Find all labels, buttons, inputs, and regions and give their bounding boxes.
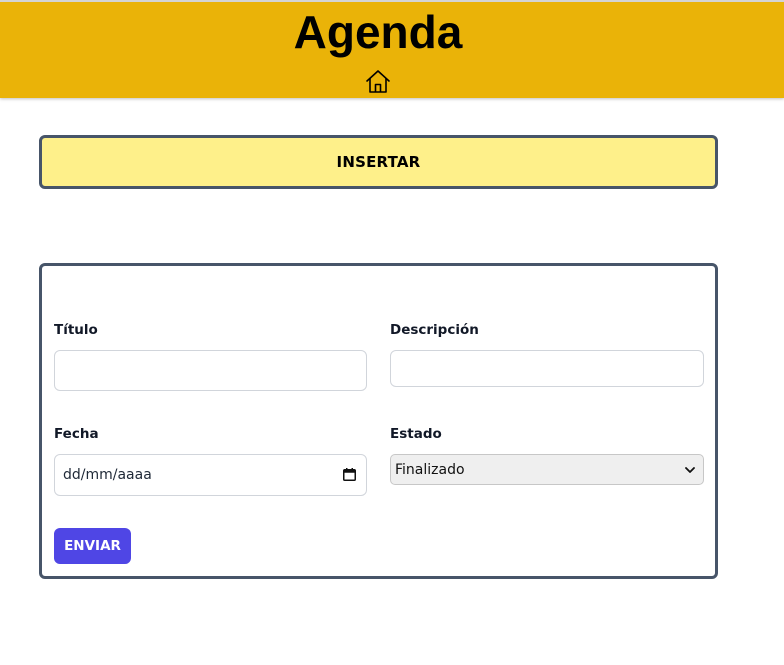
insert-button[interactable]: INSERTAR <box>39 135 718 189</box>
calendar-icon[interactable] <box>343 468 356 481</box>
estado-select[interactable]: Finalizado <box>390 454 704 485</box>
estado-label: Estado <box>390 426 442 442</box>
page-title: Agenda <box>293 6 463 58</box>
estado-selected-value: Finalizado <box>395 461 465 478</box>
home-link[interactable] <box>365 68 391 95</box>
titulo-label: Título <box>54 322 98 338</box>
enviar-button[interactable]: ENVIAR <box>54 528 131 564</box>
chevron-down-icon <box>685 467 695 473</box>
descripcion-label: Descripción <box>390 322 479 338</box>
fecha-input[interactable]: dd/mm/aaaa <box>54 454 367 496</box>
titulo-input[interactable] <box>54 350 367 391</box>
fecha-label: Fecha <box>54 426 99 442</box>
app-header: Agenda <box>0 0 784 98</box>
task-form: Título Descripción Fecha dd/mm/aaaa Esta… <box>39 263 718 579</box>
fecha-placeholder: dd/mm/aaaa <box>63 467 152 483</box>
descripcion-input[interactable] <box>390 350 704 387</box>
home-icon <box>366 70 390 93</box>
